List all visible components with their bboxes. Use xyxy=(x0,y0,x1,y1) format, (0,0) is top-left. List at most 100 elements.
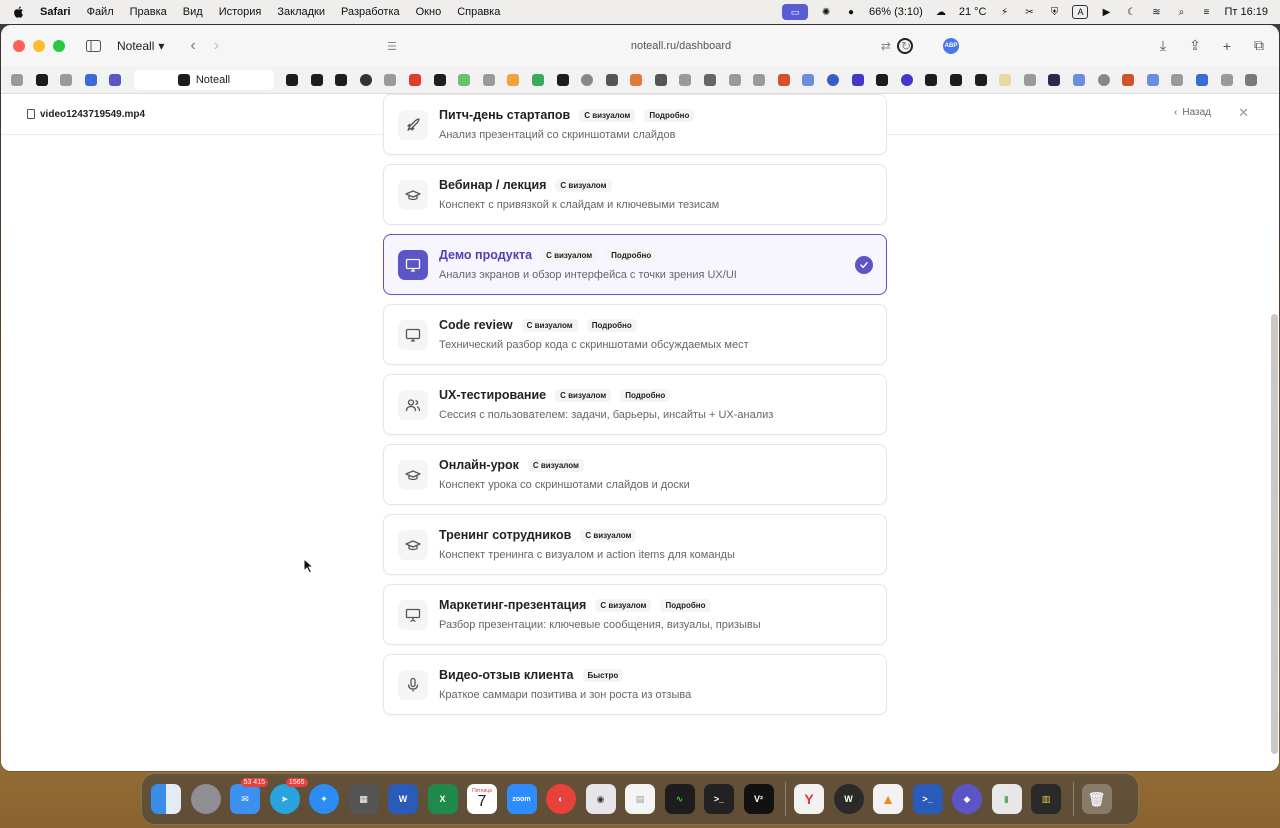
favorite-icon[interactable] xyxy=(654,73,667,86)
download-icon[interactable]: ⤓ xyxy=(1155,37,1171,54)
favorite-icon[interactable] xyxy=(1171,73,1184,86)
favorite-icon[interactable] xyxy=(950,73,962,86)
yandex-icon[interactable] xyxy=(408,73,421,86)
favorite-icon[interactable] xyxy=(433,73,446,86)
favorite-icon[interactable] xyxy=(900,73,913,86)
mail-app[interactable]: ✉ 53 415 xyxy=(230,778,268,814)
c-app-icon[interactable]: ● xyxy=(844,5,858,19)
favorite-icon[interactable] xyxy=(60,73,73,86)
favorite-icon[interactable] xyxy=(310,73,323,86)
app-23[interactable]: ▥ xyxy=(1031,784,1061,814)
new-tab-icon[interactable]: + xyxy=(1219,38,1235,54)
tab-noteall[interactable]: Noteall xyxy=(133,69,274,90)
scenario-card[interactable]: Code review С визуалом Подробно Технический… xyxy=(383,304,887,365)
back-button[interactable]: ‹ Назад xyxy=(1174,107,1211,118)
favorite-icon[interactable] xyxy=(1048,73,1061,86)
word-app[interactable]: W xyxy=(388,784,418,814)
scenario-card[interactable]: Видео-отзыв клиента Быстро Краткое саммари… xyxy=(383,654,887,715)
input-source-icon[interactable]: A xyxy=(1072,5,1089,19)
scenario-card[interactable]: Вебинар / лекция С визуалом Конспект с при… xyxy=(383,164,887,225)
favorite-icon[interactable] xyxy=(974,73,987,86)
control-center-icon[interactable]: ≡ xyxy=(1199,5,1213,19)
activity-monitor-app[interactable]: ∿ xyxy=(664,784,695,814)
address-bar[interactable]: ☰ noteall.ru/dashboard ⇄ ↻ xyxy=(381,35,981,57)
favorite-icon[interactable] xyxy=(11,73,23,86)
back-arrow-icon[interactable]: ‹ xyxy=(190,37,195,55)
favorite-icon[interactable] xyxy=(1023,73,1036,86)
favorite-icon[interactable] xyxy=(827,73,840,86)
bolt-icon[interactable]: ⚡ xyxy=(997,5,1011,19)
chat-app[interactable]: ◆ xyxy=(952,784,982,814)
sidebar-toggle-icon[interactable] xyxy=(85,38,101,54)
favorite-icon[interactable] xyxy=(531,73,544,86)
favorite-icon[interactable] xyxy=(458,73,471,86)
favorite-icon[interactable] xyxy=(728,73,741,86)
minimize-window-button[interactable] xyxy=(33,39,45,52)
favorite-icon[interactable] xyxy=(925,73,938,86)
scenario-card[interactable]: Маркетинг-презентация С визуалом Подробно Р… xyxy=(383,584,887,645)
favorite-icon[interactable] xyxy=(876,73,889,86)
favorite-icon[interactable] xyxy=(802,73,815,86)
zoom-window-button[interactable] xyxy=(53,39,65,52)
archive-app[interactable]: ▮ xyxy=(991,784,1022,814)
menu-safari[interactable]: Safari xyxy=(40,6,71,18)
shield-icon[interactable]: ⛨ xyxy=(1047,5,1061,19)
moon-icon[interactable]: ☾ xyxy=(1124,5,1138,19)
excel-app[interactable]: X xyxy=(427,784,458,814)
notes-app[interactable]: ▤ xyxy=(625,784,655,814)
pdf-app[interactable]: ◐ xyxy=(546,784,576,814)
page-scrollbar[interactable] xyxy=(1271,314,1278,754)
chart-bar-icon[interactable] xyxy=(507,73,520,86)
yandex-browser-app[interactable]: Y xyxy=(794,784,824,814)
calculator-app[interactable]: ▦ xyxy=(348,784,379,814)
favorite-icon[interactable] xyxy=(1245,73,1258,86)
wordpress-app[interactable]: W xyxy=(833,784,864,814)
scissors-icon[interactable]: ✂ xyxy=(1022,5,1036,19)
reload-icon[interactable]: ↻ xyxy=(901,39,911,53)
weather-icon[interactable]: ☁ xyxy=(934,5,948,19)
menu-history[interactable]: История xyxy=(219,6,262,18)
favorite-icon[interactable] xyxy=(999,73,1012,86)
chatgpt-icon[interactable]: ✺ xyxy=(819,5,833,19)
favorite-icon[interactable] xyxy=(1220,73,1233,86)
weather-temp[interactable]: 21 °C xyxy=(959,6,987,18)
github-icon[interactable] xyxy=(359,73,372,86)
favorite-icon[interactable] xyxy=(109,73,122,86)
favorite-icon[interactable] xyxy=(335,73,348,86)
favorite-icon[interactable] xyxy=(630,73,643,86)
menu-view[interactable]: Вид xyxy=(183,6,203,18)
system-settings-app[interactable] xyxy=(190,784,221,814)
favorite-icon[interactable] xyxy=(1097,73,1110,86)
menu-develop[interactable]: Разработка xyxy=(341,6,400,18)
favorite-icon[interactable] xyxy=(384,73,397,86)
favorite-icon[interactable] xyxy=(753,73,766,86)
scenario-card[interactable]: Питч-день стартапов С визуалом Подробно Ана… xyxy=(383,94,887,155)
close-icon[interactable]: ✕ xyxy=(1238,105,1249,121)
menu-file[interactable]: Файл xyxy=(87,6,114,18)
battery-status[interactable]: 66% (3:10) xyxy=(869,6,923,18)
close-window-button[interactable] xyxy=(13,39,25,52)
translate-icon[interactable]: ⇄ xyxy=(881,39,891,53)
apple-logo-icon[interactable] xyxy=(12,5,26,19)
telegram-app[interactable]: ➤ 1565 xyxy=(269,778,308,814)
terminal-app[interactable]: >_ xyxy=(704,784,734,814)
favorite-icon[interactable] xyxy=(704,73,717,86)
db-app[interactable]: ◉ xyxy=(585,784,616,814)
terminal-2-app[interactable]: >_ xyxy=(912,784,943,814)
trash-icon[interactable]: 🗑 xyxy=(1081,784,1112,814)
zoom-app[interactable]: zoom xyxy=(506,784,537,814)
menu-window[interactable]: Окно xyxy=(416,6,442,18)
safari-app[interactable]: ✦ xyxy=(309,784,339,814)
page-settings-icon[interactable]: ☰ xyxy=(387,40,397,53)
favorite-icon[interactable] xyxy=(851,73,864,86)
scenario-card[interactable]: Онлайн-урок С визуалом Конспект урока со с… xyxy=(383,444,887,505)
favorite-icon[interactable] xyxy=(605,73,618,86)
menu-help[interactable]: Справка xyxy=(457,6,500,18)
wifi-icon[interactable]: ≋ xyxy=(1149,5,1163,19)
favorite-icon[interactable] xyxy=(1195,73,1208,86)
favorite-icon[interactable] xyxy=(1122,73,1135,86)
favorite-icon[interactable] xyxy=(482,73,495,86)
favorite-icon[interactable] xyxy=(1146,73,1159,86)
favorite-icon[interactable] xyxy=(581,73,594,86)
favorite-icon[interactable] xyxy=(285,73,298,86)
